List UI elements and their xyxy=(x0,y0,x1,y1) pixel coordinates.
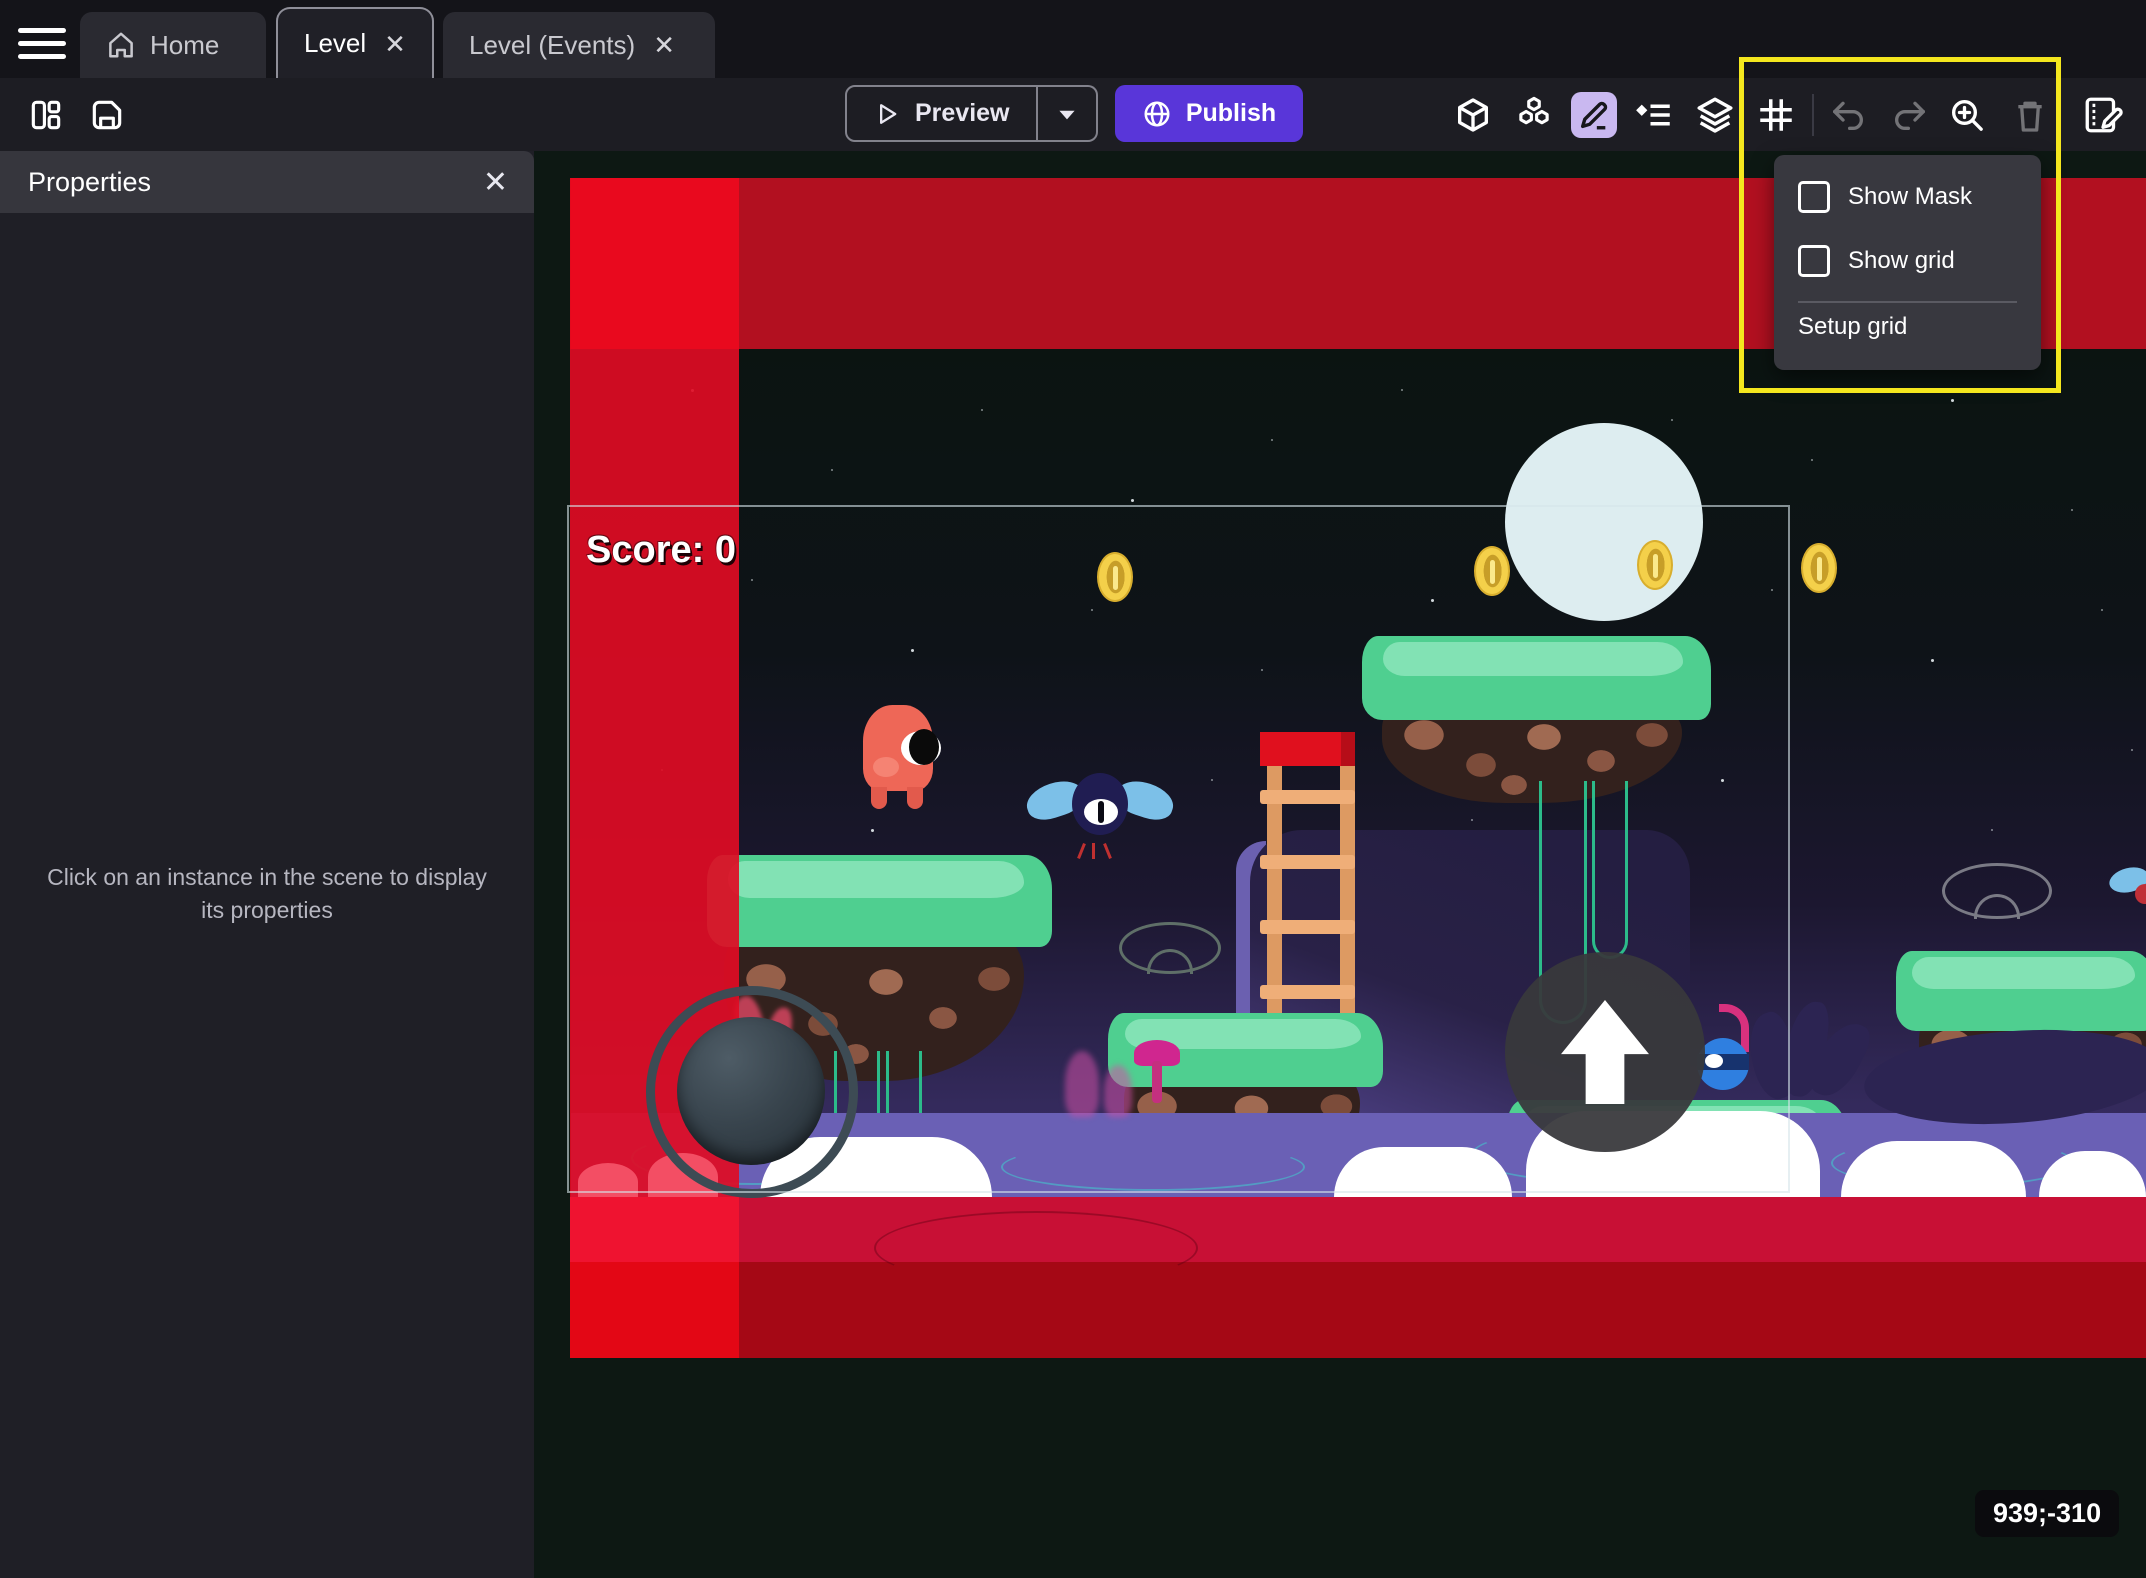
star-decoration xyxy=(2131,749,2133,751)
tab-label: Home xyxy=(150,30,219,61)
star-decoration xyxy=(2071,509,2073,511)
scene-red-border-bottom[interactable] xyxy=(571,1197,2146,1262)
star-decoration xyxy=(1671,419,1673,421)
red-swirl-decoration xyxy=(874,1211,1198,1285)
score-hud-text: Score: 0 xyxy=(586,529,736,572)
properties-panel-header: Properties ✕ xyxy=(0,151,534,213)
star-decoration xyxy=(2101,609,2103,611)
cloud-sprite xyxy=(1841,1141,2026,1197)
tab-level-events[interactable]: Level (Events) ✕ xyxy=(443,12,715,78)
edit-pencil-icon[interactable] xyxy=(1571,92,1617,138)
tab-level[interactable]: Level ✕ xyxy=(276,7,434,78)
panels-layout-icon[interactable] xyxy=(25,94,67,136)
tab-label: Level (Events) xyxy=(469,30,635,61)
close-icon[interactable]: ✕ xyxy=(483,165,508,200)
eye-decoration[interactable] xyxy=(1942,863,2052,919)
star-decoration xyxy=(1401,389,1403,391)
instances-icon[interactable] xyxy=(1513,94,1555,136)
star-decoration xyxy=(1931,659,1934,662)
properties-panel: Properties ✕ Click on an instance in the… xyxy=(0,151,534,1578)
star-decoration xyxy=(1811,459,1813,461)
star-decoration xyxy=(1951,399,1954,402)
preview-button-group: Preview xyxy=(845,85,1098,142)
star-decoration xyxy=(1991,829,1993,831)
publish-label: Publish xyxy=(1186,99,1276,128)
home-icon xyxy=(106,30,136,60)
3d-box-icon[interactable] xyxy=(1452,94,1494,136)
play-icon xyxy=(873,100,901,128)
star-decoration xyxy=(1131,499,1134,502)
coin-sprite[interactable] xyxy=(1801,543,1837,593)
star-decoration xyxy=(981,409,983,411)
preview-options-button[interactable] xyxy=(1038,85,1098,142)
star-decoration xyxy=(831,469,833,471)
events-sheet-icon[interactable] xyxy=(2082,94,2124,136)
tab-home[interactable]: Home xyxy=(80,12,266,78)
star-decoration xyxy=(1271,439,1273,441)
chevron-down-icon xyxy=(1054,101,1080,127)
game-viewport-frame xyxy=(567,505,1790,1193)
preview-label: Preview xyxy=(915,99,1010,128)
publish-button[interactable]: Publish xyxy=(1115,85,1303,142)
panel-empty-hint: Click on an instance in the scene to dis… xyxy=(40,861,494,928)
highlight-rectangle xyxy=(1739,57,2061,393)
tab-label: Level xyxy=(304,28,366,59)
save-icon[interactable] xyxy=(86,94,128,136)
hamburger-menu-icon[interactable] xyxy=(18,20,66,58)
close-icon[interactable]: ✕ xyxy=(380,29,410,59)
panel-title: Properties xyxy=(28,167,151,198)
close-icon[interactable]: ✕ xyxy=(649,30,679,60)
objects-list-icon[interactable] xyxy=(1633,94,1675,136)
cursor-coordinates: 939;-310 xyxy=(1975,1490,2119,1537)
fly-enemy-sprite[interactable] xyxy=(2109,862,2146,908)
preview-button[interactable]: Preview xyxy=(845,85,1038,142)
platform-grass[interactable] xyxy=(1896,951,2146,1031)
layers-icon[interactable] xyxy=(1694,94,1736,136)
scene-red-border-bottom-dark xyxy=(571,1262,2146,1358)
globe-icon xyxy=(1142,99,1172,129)
